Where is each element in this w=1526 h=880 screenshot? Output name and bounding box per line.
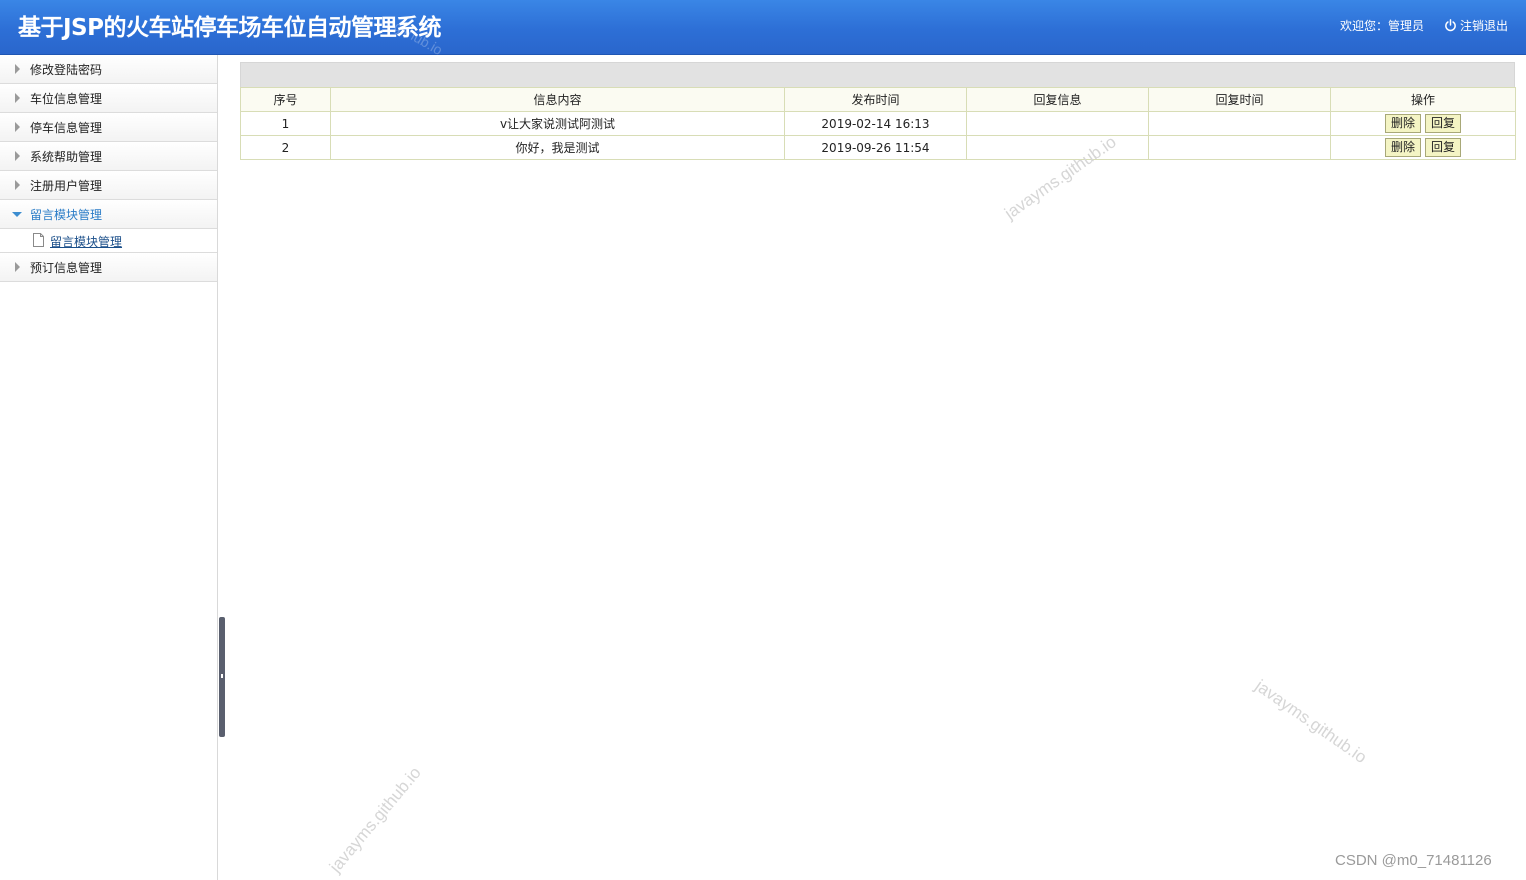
chevron-right-icon	[15, 93, 20, 103]
column-header: 回复信息	[966, 87, 1149, 112]
cell-content: 你好，我是测试	[330, 135, 785, 160]
delete-button[interactable]: 删除	[1384, 138, 1421, 157]
footer-credit: CSDN @m0_71481126	[1335, 852, 1492, 869]
column-header: 信息内容	[330, 87, 785, 112]
main-content: 序号 信息内容 发布时间 回复信息 回复时间 操作 1 v让大家说测试阿测试 2…	[240, 62, 1516, 160]
table-header-row: 序号 信息内容 发布时间 回复信息 回复时间 操作	[240, 87, 1516, 112]
chevron-right-icon	[15, 122, 20, 132]
sidebar-resize-handle[interactable]	[219, 617, 225, 737]
cell-reply	[966, 111, 1149, 136]
table-row: 2 你好，我是测试 2019-09-26 11:54 删除 回复	[240, 135, 1516, 160]
logout-link[interactable]: 注销退出	[1444, 17, 1508, 34]
app-window: 基于JSP的火车站停车场车位自动管理系统 欢迎您：管理员 注销退出 修改登陆密码…	[0, 0, 1526, 880]
reply-button[interactable]: 回复	[1425, 114, 1462, 133]
reply-button[interactable]: 回复	[1425, 138, 1462, 157]
sidebar-item-system-help[interactable]: 系统帮助管理	[0, 142, 217, 171]
grip-icon	[221, 674, 223, 678]
cell-actions: 删除 回复	[1330, 111, 1516, 136]
chevron-right-icon	[15, 64, 20, 74]
sidebar-sublink-messages[interactable]: 留言模块管理	[50, 233, 122, 250]
cell-index: 2	[240, 135, 331, 160]
table-row: 1 v让大家说测试阿测试 2019-02-14 16:13 删除 回复	[240, 111, 1516, 136]
cell-time: 2019-09-26 11:54	[784, 135, 967, 160]
app-title: 基于JSP的火车站停车场车位自动管理系统	[18, 15, 441, 41]
sidebar-item-registered-users[interactable]: 注册用户管理	[0, 171, 217, 200]
column-header: 序号	[240, 87, 331, 112]
chevron-right-icon	[15, 262, 20, 272]
sidebar-item-label: 预订信息管理	[30, 261, 103, 275]
sidebar-subitem-messages: 留言模块管理	[0, 229, 217, 253]
chevron-right-icon	[15, 180, 20, 190]
cell-reply-time	[1148, 135, 1331, 160]
cell-reply-time	[1148, 111, 1331, 136]
cell-actions: 删除 回复	[1330, 135, 1516, 160]
column-header: 发布时间	[784, 87, 967, 112]
sidebar: 修改登陆密码 车位信息管理 停车信息管理 系统帮助管理 注册用户管理 留言模块管…	[0, 55, 218, 880]
chevron-right-icon	[15, 151, 20, 161]
sidebar-item-parking-info[interactable]: 停车信息管理	[0, 113, 217, 142]
sidebar-item-parking-space[interactable]: 车位信息管理	[0, 84, 217, 113]
chevron-down-icon	[12, 212, 22, 217]
document-icon	[33, 233, 44, 247]
cell-reply	[966, 135, 1149, 160]
sidebar-item-label: 系统帮助管理	[30, 150, 103, 164]
watermark: javayms.github.io	[325, 763, 425, 877]
delete-button[interactable]: 删除	[1384, 114, 1421, 133]
cell-index: 1	[240, 111, 331, 136]
cell-time: 2019-02-14 16:13	[784, 111, 967, 136]
sidebar-item-reservations[interactable]: 预订信息管理	[0, 253, 217, 282]
cell-content: v让大家说测试阿测试	[330, 111, 785, 136]
table-toolbar	[240, 62, 1515, 87]
watermark: javayms.github.io	[1251, 676, 1371, 768]
sidebar-item-label: 留言模块管理	[30, 208, 103, 222]
sidebar-item-change-password[interactable]: 修改登陆密码	[0, 55, 217, 84]
sidebar-item-messages[interactable]: 留言模块管理	[0, 200, 217, 229]
sidebar-item-label: 停车信息管理	[30, 121, 103, 135]
sidebar-item-label: 修改登陆密码	[30, 63, 103, 77]
sidebar-item-label: 注册用户管理	[30, 179, 103, 193]
welcome-text: 欢迎您：管理员	[1340, 19, 1425, 33]
power-icon	[1445, 19, 1456, 32]
sidebar-item-label: 车位信息管理	[30, 92, 103, 106]
logout-label: 注销退出	[1460, 19, 1509, 33]
message-table: 序号 信息内容 发布时间 回复信息 回复时间 操作 1 v让大家说测试阿测试 2…	[240, 87, 1516, 160]
column-header: 回复时间	[1148, 87, 1331, 112]
column-header: 操作	[1330, 87, 1516, 112]
top-header: 基于JSP的火车站停车场车位自动管理系统 欢迎您：管理员 注销退出	[0, 0, 1526, 55]
